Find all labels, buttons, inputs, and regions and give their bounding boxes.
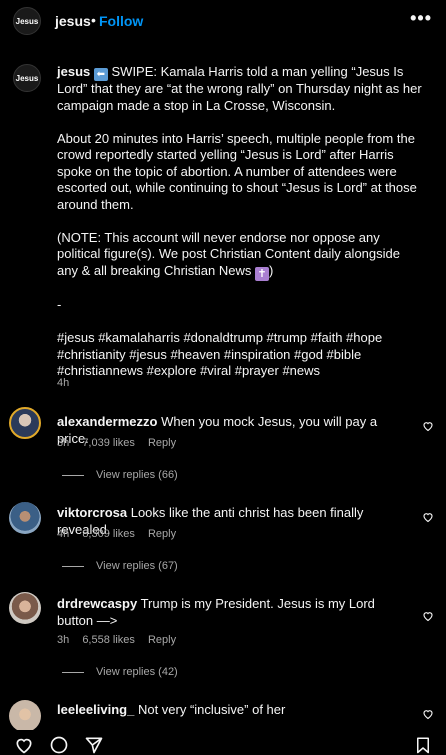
comment-username[interactable]: drdrewcaspy bbox=[57, 596, 137, 611]
caption-line1: SWIPE: Kamala Harris told a man yelling … bbox=[57, 64, 422, 113]
comment-likes[interactable]: 7,039 likes bbox=[82, 437, 135, 449]
share-icon[interactable] bbox=[84, 735, 104, 755]
follow-button[interactable]: Follow bbox=[99, 13, 143, 29]
comment-text: Not very “inclusive” of her bbox=[137, 702, 286, 717]
view-replies-button[interactable]: View replies (42) bbox=[62, 666, 178, 678]
avatar-logo-text: Jesus bbox=[15, 16, 39, 26]
heart-icon[interactable] bbox=[14, 735, 34, 755]
like-heart-icon[interactable] bbox=[422, 511, 434, 523]
caption-para2: About 20 minutes into Harris’ speech, mu… bbox=[57, 130, 417, 212]
caption-username[interactable]: jesus bbox=[57, 64, 90, 79]
post-timestamp: 4h bbox=[57, 377, 70, 389]
comment-time: 3h bbox=[57, 437, 70, 449]
like-heart-icon[interactable] bbox=[422, 610, 434, 622]
comment-likes[interactable]: 6,558 likes bbox=[82, 634, 135, 646]
comment-likes[interactable]: 8,309 likes bbox=[82, 528, 135, 540]
replies-divider bbox=[62, 565, 84, 567]
comment-time: 3h bbox=[57, 634, 70, 646]
comment-time: 4h bbox=[57, 528, 70, 540]
more-options-icon[interactable]: ••• bbox=[410, 8, 432, 29]
replies-divider bbox=[62, 474, 84, 476]
avatar[interactable] bbox=[9, 592, 41, 624]
caption-para3-end: ) bbox=[269, 262, 274, 278]
caption-hashtags[interactable]: #jesus #kamalaharris #donaldtrump #trump… bbox=[57, 330, 422, 380]
account-avatar[interactable]: Jesus bbox=[13, 7, 41, 35]
view-replies-button[interactable]: View replies (67) bbox=[62, 560, 178, 572]
bookmark-icon[interactable] bbox=[414, 735, 432, 755]
like-heart-icon[interactable] bbox=[422, 708, 434, 720]
view-replies-label: View replies (67) bbox=[96, 560, 178, 572]
avatar[interactable] bbox=[9, 700, 41, 732]
reply-button[interactable]: Reply bbox=[148, 437, 176, 449]
header-username[interactable]: jesus bbox=[55, 13, 91, 29]
caption-para3: (NOTE: This account will never endorse n… bbox=[57, 229, 400, 278]
replies-divider bbox=[62, 671, 84, 673]
reply-button[interactable]: Reply bbox=[148, 528, 176, 540]
comment-username[interactable]: alexandermezzo bbox=[57, 414, 157, 429]
caption-avatar[interactable]: Jesus bbox=[13, 64, 41, 92]
view-replies-label: View replies (42) bbox=[96, 666, 178, 678]
cross-icon: ✝ bbox=[255, 266, 269, 281]
caption-avatar-logo-text: Jesus bbox=[15, 73, 39, 83]
view-replies-button[interactable]: View replies (66) bbox=[62, 469, 178, 481]
header-separator: • bbox=[91, 12, 96, 28]
post-header: Jesus jesus • Follow ••• bbox=[0, 0, 446, 44]
avatar[interactable] bbox=[9, 502, 41, 534]
comment-username[interactable]: leeleeliving_ bbox=[57, 702, 134, 717]
comment-username[interactable]: viktorcrosa bbox=[57, 505, 127, 520]
action-bar bbox=[0, 730, 446, 754]
post-caption: jesus ⬅ SWIPE: Kamala Harris told a man … bbox=[57, 64, 422, 380]
view-replies-label: View replies (66) bbox=[96, 469, 178, 481]
avatar[interactable] bbox=[9, 407, 41, 439]
comment-icon[interactable] bbox=[49, 735, 69, 755]
left-arrow-icon: ⬅ bbox=[93, 68, 108, 81]
caption-dash: - bbox=[57, 297, 62, 312]
like-heart-icon[interactable] bbox=[422, 420, 434, 432]
reply-button[interactable]: Reply bbox=[148, 634, 176, 646]
